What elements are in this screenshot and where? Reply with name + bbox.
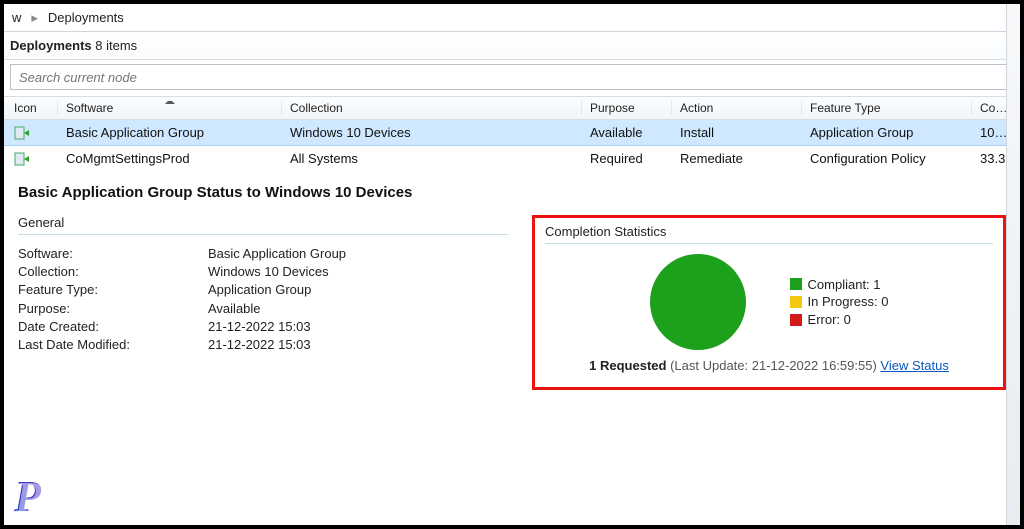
legend-compliant-label: Compliant: 1	[808, 276, 881, 294]
general-section: General Software:Basic Application Group…	[18, 215, 508, 390]
panel-title: Deployments	[10, 38, 92, 53]
panel-header: Deployments 8 items	[4, 32, 1020, 60]
completion-heading: Completion Statistics	[545, 224, 993, 244]
kv-collection-v: Windows 10 Devices	[208, 263, 329, 281]
deployment-icon	[14, 125, 30, 141]
kv-created-v: 21-12-2022 15:03	[208, 318, 311, 336]
legend-inprogress: In Progress: 0	[790, 293, 889, 311]
grid-header: Icon Software Collection Purpose Action …	[4, 96, 1020, 120]
sort-asc-icon	[165, 101, 175, 104]
kv-feature-v: Application Group	[208, 281, 311, 299]
cell-collection: All Systems	[282, 151, 582, 166]
item-count: 8 items	[95, 38, 137, 53]
col-purpose[interactable]: Purpose	[582, 101, 672, 115]
last-update-text: (Last Update: 21-12-2022 16:59:55)	[666, 358, 880, 373]
cell-software: CoMgmtSettingsProd	[58, 151, 282, 166]
detail-title: Basic Application Group Status to Window…	[18, 184, 1006, 201]
table-row[interactable]: CoMgmtSettingsProd All Systems Required …	[4, 146, 1020, 172]
cell-action: Remediate	[672, 151, 802, 166]
cell-purpose: Available	[582, 125, 672, 140]
kv-created-k: Date Created:	[18, 318, 208, 336]
completion-statistics-section: Completion Statistics Compliant: 1 In Pr…	[532, 215, 1006, 390]
cell-feature: Application Group	[802, 125, 972, 140]
search-input[interactable]	[10, 64, 1014, 90]
breadcrumb-parent[interactable]: w	[6, 10, 27, 25]
kv-feature-k: Feature Type:	[18, 281, 208, 299]
cell-action: Install	[672, 125, 802, 140]
kv-collection-k: Collection:	[18, 263, 208, 281]
deployments-grid: Icon Software Collection Purpose Action …	[4, 96, 1020, 172]
completion-legend: Compliant: 1 In Progress: 0 Error: 0	[790, 276, 889, 329]
kv-software-k: Software:	[18, 245, 208, 263]
row-icon-cell	[4, 125, 58, 141]
legend-error: Error: 0	[790, 311, 889, 329]
completion-footer: 1 Requested (Last Update: 21-12-2022 16:…	[545, 358, 993, 373]
kv-purpose-k: Purpose:	[18, 300, 208, 318]
breadcrumb-node[interactable]: Deployments	[42, 10, 130, 25]
col-icon[interactable]: Icon	[4, 101, 58, 115]
kv-software-v: Basic Application Group	[208, 245, 346, 263]
cell-purpose: Required	[582, 151, 672, 166]
detail-pane: Basic Application Group Status to Window…	[4, 172, 1020, 390]
col-software-label: Software	[66, 101, 113, 115]
swatch-error-icon	[790, 314, 802, 326]
kv-modified-v: 21-12-2022 15:03	[208, 336, 311, 354]
deployment-icon	[14, 151, 30, 167]
legend-inprogress-label: In Progress: 0	[808, 293, 889, 311]
swatch-inprogress-icon	[790, 296, 802, 308]
legend-compliant: Compliant: 1	[790, 276, 889, 294]
requested-count: 1 Requested	[589, 358, 666, 373]
search-bar	[4, 60, 1020, 96]
legend-error-label: Error: 0	[808, 311, 851, 329]
table-row[interactable]: Basic Application Group Windows 10 Devic…	[4, 120, 1020, 146]
cell-software: Basic Application Group	[58, 125, 282, 140]
col-collection[interactable]: Collection	[282, 101, 582, 115]
cell-collection: Windows 10 Devices	[282, 125, 582, 140]
brand-logo: P	[14, 475, 41, 519]
breadcrumb: w ▸ Deployments	[4, 4, 1020, 32]
kv-purpose-v: Available	[208, 300, 261, 318]
view-status-link[interactable]: View Status	[880, 358, 948, 373]
kv-modified-k: Last Date Modified:	[18, 336, 208, 354]
general-heading: General	[18, 215, 508, 235]
col-feature[interactable]: Feature Type	[802, 101, 972, 115]
vertical-scrollbar[interactable]	[1006, 4, 1020, 525]
cell-feature: Configuration Policy	[802, 151, 972, 166]
col-software[interactable]: Software	[58, 101, 282, 115]
completion-pie-chart	[650, 254, 746, 350]
col-action[interactable]: Action	[672, 101, 802, 115]
swatch-compliant-icon	[790, 278, 802, 290]
row-icon-cell	[4, 151, 58, 167]
breadcrumb-separator-icon: ▸	[27, 10, 42, 26]
